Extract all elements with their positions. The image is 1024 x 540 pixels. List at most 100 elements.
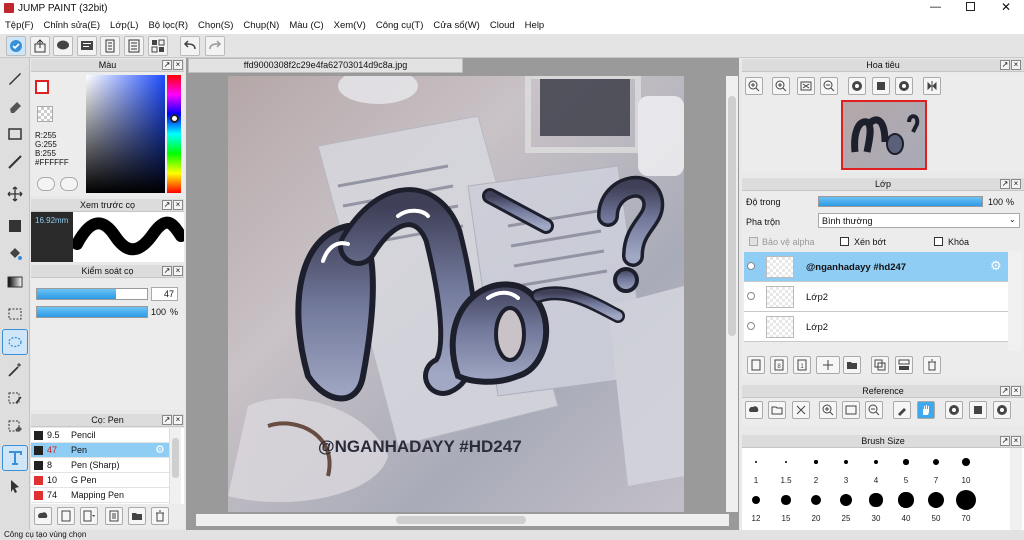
menu-help[interactable]: Help: [525, 20, 545, 31]
restore-icon[interactable]: [966, 2, 975, 11]
layer-row[interactable]: @nganhadayy #hd247 ⚙: [744, 252, 1008, 282]
brush-size-dot[interactable]: [962, 458, 970, 466]
close-panel-icon[interactable]: ×: [173, 415, 183, 425]
brush-folder-icon[interactable]: [128, 507, 146, 525]
brush-size-slider[interactable]: [36, 288, 148, 300]
layer-opacity-slider[interactable]: [818, 196, 983, 207]
float-icon[interactable]: ↗: [1000, 436, 1010, 446]
transparent-color-swatch[interactable]: [37, 106, 53, 122]
new-layer-icon[interactable]: [747, 356, 765, 374]
layer-visibility-icon[interactable]: [747, 262, 755, 270]
float-icon[interactable]: ↗: [162, 60, 172, 70]
brush-size-dot[interactable]: [840, 494, 852, 506]
operation-tool-icon[interactable]: [3, 474, 27, 498]
brush-size-dot[interactable]: [869, 493, 883, 507]
brush-size-dot[interactable]: [927, 491, 945, 509]
menu-window[interactable]: Cửa sổ(W): [433, 20, 479, 31]
reference-zoom-out-icon[interactable]: [865, 401, 883, 419]
magic-wand-tool-icon[interactable]: [3, 358, 27, 382]
float-icon[interactable]: ↗: [1000, 386, 1010, 396]
layer-visibility-icon[interactable]: [747, 322, 755, 330]
reference-hand-icon[interactable]: [917, 401, 935, 419]
duplicate-layer-icon[interactable]: [871, 356, 889, 374]
brush-size-dot[interactable]: [898, 492, 914, 508]
float-icon[interactable]: ↗: [1000, 60, 1010, 70]
fit-screen-icon[interactable]: [797, 77, 815, 95]
blend-mode-select[interactable]: Bình thường ⌄: [818, 213, 1020, 228]
color-mix-button[interactable]: [60, 177, 78, 191]
float-icon[interactable]: ↗: [162, 200, 172, 210]
menu-color[interactable]: Màu (C): [289, 20, 323, 31]
brush-size-dot[interactable]: [955, 489, 977, 511]
float-icon[interactable]: ↗: [162, 266, 172, 276]
brush-opacity-slider[interactable]: [36, 306, 148, 318]
close-panel-icon[interactable]: ×: [1011, 436, 1021, 446]
brush-list-item[interactable]: 10 G Pen: [31, 473, 169, 488]
rect-select-tool-icon[interactable]: [3, 302, 27, 326]
menu-cloud[interactable]: Cloud: [490, 20, 515, 31]
menu-file[interactable]: Tệp(F): [5, 20, 34, 31]
close-panel-icon[interactable]: ×: [173, 60, 183, 70]
zoom-in-alt-icon[interactable]: [772, 77, 790, 95]
text-tool-icon[interactable]: [2, 445, 28, 471]
reset-rotation-icon[interactable]: [872, 77, 890, 95]
reference-eyedropper-icon[interactable]: [893, 401, 911, 419]
reference-zoom-in-icon[interactable]: [819, 401, 837, 419]
close-panel-icon[interactable]: ×: [173, 266, 183, 276]
move-tool-icon[interactable]: [3, 182, 27, 206]
share-icon[interactable]: [30, 36, 50, 56]
menu-filter[interactable]: Bộ lọc(R): [148, 20, 188, 31]
rotate-left-icon[interactable]: [848, 77, 866, 95]
layer-row[interactable]: Lớp2: [744, 282, 1008, 312]
close-panel-icon[interactable]: ×: [1011, 60, 1021, 70]
gradient-tool-icon[interactable]: [3, 270, 27, 294]
canvas-vertical-scrollbar[interactable]: [726, 76, 738, 512]
minimize-icon[interactable]: —: [930, 1, 941, 13]
reference-open-icon[interactable]: [768, 401, 786, 419]
select-eraser-tool-icon[interactable]: [3, 414, 27, 438]
gear-icon[interactable]: ⚙: [990, 258, 1002, 274]
hue-handle-icon[interactable]: [170, 114, 179, 123]
undo-icon[interactable]: [180, 36, 200, 56]
layer-list-scrollbar[interactable]: [1008, 251, 1022, 351]
close-panel-icon[interactable]: ×: [1011, 386, 1021, 396]
brush-size-dot[interactable]: [754, 460, 758, 464]
document-tab[interactable]: ffd9000308f2c29e4fa62703014d9c8a.jpg: [188, 58, 463, 73]
artwork-canvas[interactable]: @NGANHADAYY #HD247: [228, 76, 684, 512]
close-panel-icon[interactable]: ×: [1011, 179, 1021, 189]
navigator-thumbnail[interactable]: [841, 100, 927, 170]
lock-checkbox[interactable]: [934, 237, 943, 246]
lasso-select-tool-icon[interactable]: [2, 329, 28, 355]
menu-select[interactable]: Chọn(S): [198, 20, 233, 31]
foreground-color-swatch[interactable]: [35, 80, 49, 94]
layer-folder-icon[interactable]: [843, 356, 861, 374]
canvas-horizontal-scrollbar[interactable]: [196, 514, 729, 526]
brush-list-item[interactable]: 47 Pen ⚙: [31, 443, 169, 458]
flip-icon[interactable]: [923, 77, 941, 95]
bucket-tool-icon[interactable]: [3, 242, 27, 266]
menu-capture[interactable]: Chụp(N): [243, 20, 279, 31]
merge-layer-icon[interactable]: [895, 356, 913, 374]
brush-dropdown-icon[interactable]: [80, 507, 98, 525]
grid-icon[interactable]: [148, 36, 168, 56]
rotate-right-icon[interactable]: [895, 77, 913, 95]
brush-size-input[interactable]: 47: [151, 287, 178, 301]
clip-checkbox[interactable]: [840, 237, 849, 246]
add-layer-dropdown-icon[interactable]: [816, 356, 840, 374]
brush-size-dot[interactable]: [873, 459, 879, 465]
gear-icon[interactable]: ⚙: [155, 443, 165, 456]
check-icon[interactable]: [6, 36, 26, 56]
line-tool-icon[interactable]: [3, 150, 27, 174]
eraser-tool-icon[interactable]: [3, 94, 27, 118]
protect-alpha-checkbox[interactable]: [749, 237, 758, 246]
brush-size-scrollbar[interactable]: [1010, 448, 1022, 530]
float-icon[interactable]: ↗: [1000, 179, 1010, 189]
brush-size-dot[interactable]: [932, 458, 940, 466]
fill-rect-tool-icon[interactable]: [3, 214, 27, 238]
new-layer-8bit-icon[interactable]: 8: [770, 356, 788, 374]
comment-icon[interactable]: [53, 36, 73, 56]
brush-size-dot[interactable]: [814, 460, 818, 464]
color-picker-button[interactable]: [37, 177, 55, 191]
delete-layer-icon[interactable]: [923, 356, 941, 374]
reference-rotate-right-icon[interactable]: [993, 401, 1011, 419]
